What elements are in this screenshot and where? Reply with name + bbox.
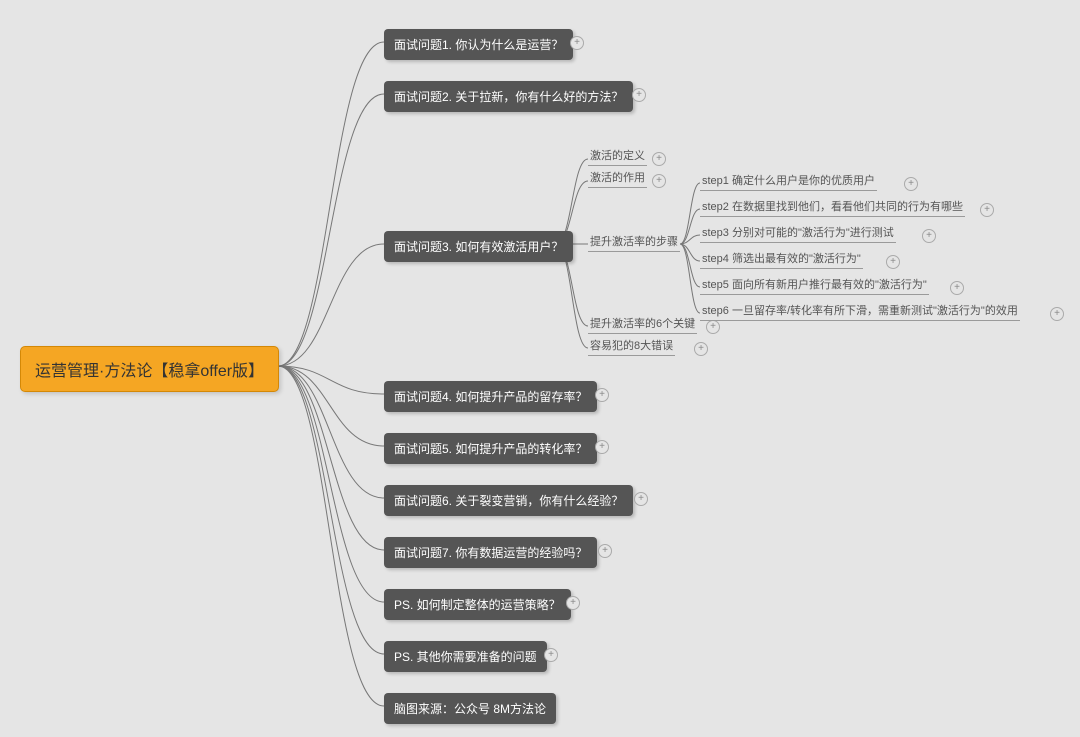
- l1-node-q7[interactable]: 面试问题7. 你有数据运营的经验吗？: [384, 537, 597, 568]
- expander-icon[interactable]: +: [652, 174, 666, 188]
- expander-icon[interactable]: +: [595, 388, 609, 402]
- l1-label: PS. 如何制定整体的运营策略？: [394, 598, 561, 612]
- expander-icon[interactable]: +: [595, 440, 609, 454]
- l1-node-ps2[interactable]: PS. 其他你需要准备的问题: [384, 641, 547, 672]
- step-leaf-3[interactable]: step3 分别对可能的"激活行为"进行测试: [700, 224, 896, 243]
- step-leaf-4[interactable]: step4 筛选出最有效的"激活行为": [700, 250, 863, 269]
- q3-leaf-keys[interactable]: 提升激活率的6个关键: [588, 315, 697, 334]
- expander-icon[interactable]: +: [922, 229, 936, 243]
- q3-leaf-steps[interactable]: 提升激活率的步骤: [588, 233, 680, 252]
- expander-icon[interactable]: +: [886, 255, 900, 269]
- l1-label: 面试问题1. 你认为什么是运营？: [394, 38, 563, 52]
- leaf-label: step4 筛选出最有效的"激活行为": [702, 253, 861, 265]
- expander-icon[interactable]: +: [950, 281, 964, 295]
- l1-label: PS. 其他你需要准备的问题: [394, 650, 537, 664]
- l1-label: 面试问题7. 你有数据运营的经验吗？: [394, 546, 587, 560]
- q3-leaf-definition[interactable]: 激活的定义: [588, 147, 647, 166]
- expander-icon[interactable]: +: [652, 152, 666, 166]
- l1-node-q3[interactable]: 面试问题3. 如何有效激活用户？: [384, 231, 573, 262]
- expander-icon[interactable]: +: [980, 203, 994, 217]
- expander-icon[interactable]: +: [694, 342, 708, 356]
- step-leaf-1[interactable]: step1 确定什么用户是你的优质用户: [700, 172, 877, 191]
- step-leaf-5[interactable]: step5 面向所有新用户推行最有效的"激活行为": [700, 276, 929, 295]
- l1-label: 面试问题2. 关于拉新，你有什么好的方法？: [394, 90, 623, 104]
- root-node[interactable]: 运营管理·方法论【稳拿offer版】: [20, 346, 279, 392]
- l1-label: 面试问题5. 如何提升产品的转化率？: [394, 442, 587, 456]
- expander-icon[interactable]: +: [634, 492, 648, 506]
- l1-label: 脑图来源：公众号 8M方法论: [394, 702, 546, 716]
- leaf-label: 容易犯的8大错误: [590, 340, 673, 352]
- leaf-label: step1 确定什么用户是你的优质用户: [702, 175, 875, 187]
- step-leaf-6[interactable]: step6 一旦留存率/转化率有所下滑，需重新测试"激活行为"的效用: [700, 302, 1020, 321]
- l1-node-source[interactable]: 脑图来源：公众号 8M方法论: [384, 693, 556, 724]
- leaf-label: 激活的定义: [590, 150, 645, 162]
- l1-node-q4[interactable]: 面试问题4. 如何提升产品的留存率？: [384, 381, 597, 412]
- l1-node-q6[interactable]: 面试问题6. 关于裂变营销，你有什么经验？: [384, 485, 633, 516]
- leaf-label: step6 一旦留存率/转化率有所下滑，需重新测试"激活行为"的效用: [702, 305, 1018, 317]
- expander-icon[interactable]: +: [598, 544, 612, 558]
- expander-icon[interactable]: +: [1050, 307, 1064, 321]
- l1-label: 面试问题4. 如何提升产品的留存率？: [394, 390, 587, 404]
- l1-node-ps1[interactable]: PS. 如何制定整体的运营策略？: [384, 589, 571, 620]
- leaf-label: step3 分别对可能的"激活行为"进行测试: [702, 227, 894, 239]
- q3-leaf-mistakes[interactable]: 容易犯的8大错误: [588, 337, 675, 356]
- expander-icon[interactable]: +: [566, 596, 580, 610]
- expander-icon[interactable]: +: [544, 648, 558, 662]
- expander-icon[interactable]: +: [570, 36, 584, 50]
- leaf-label: 提升激活率的6个关键: [590, 318, 695, 330]
- leaf-label: step2 在数据里找到他们，看看他们共同的行为有哪些: [702, 201, 963, 213]
- q3-leaf-effect[interactable]: 激活的作用: [588, 169, 647, 188]
- root-label: 运营管理·方法论【稳拿offer版】: [35, 363, 264, 380]
- expander-icon[interactable]: +: [706, 320, 720, 334]
- expander-icon[interactable]: +: [904, 177, 918, 191]
- step-leaf-2[interactable]: step2 在数据里找到他们，看看他们共同的行为有哪些: [700, 198, 965, 217]
- leaf-label: step5 面向所有新用户推行最有效的"激活行为": [702, 279, 927, 291]
- leaf-label: 提升激活率的步骤: [590, 236, 678, 248]
- l1-node-q2[interactable]: 面试问题2. 关于拉新，你有什么好的方法？: [384, 81, 633, 112]
- l1-node-q5[interactable]: 面试问题5. 如何提升产品的转化率？: [384, 433, 597, 464]
- l1-label: 面试问题3. 如何有效激活用户？: [394, 240, 563, 254]
- expander-icon[interactable]: +: [632, 88, 646, 102]
- l1-node-q1[interactable]: 面试问题1. 你认为什么是运营？: [384, 29, 573, 60]
- leaf-label: 激活的作用: [590, 172, 645, 184]
- l1-label: 面试问题6. 关于裂变营销，你有什么经验？: [394, 494, 623, 508]
